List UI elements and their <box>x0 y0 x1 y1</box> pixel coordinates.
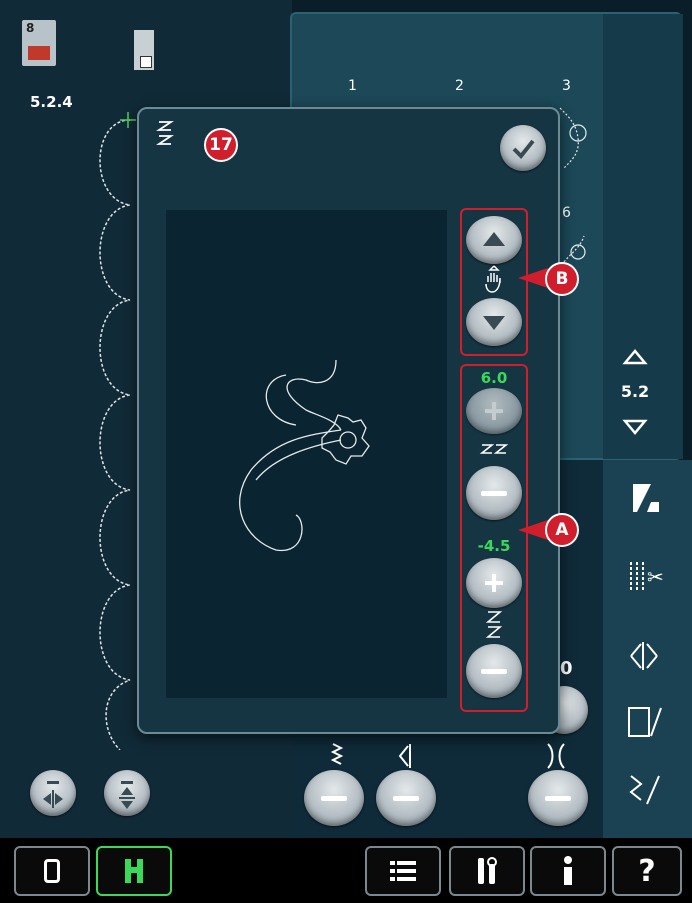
move-down-button[interactable] <box>466 298 522 346</box>
stitch-width-icon <box>485 611 503 638</box>
embroidery-mode-button[interactable] <box>96 846 172 896</box>
density-minus-button[interactable] <box>528 770 588 826</box>
stitch-length-icon <box>479 444 509 454</box>
stitch-number-2: 2 <box>455 78 464 94</box>
tools-column: ✂ <box>603 460 692 838</box>
flower-stitch-drawing <box>239 359 370 551</box>
menu-icon <box>390 861 416 881</box>
stabilizer-corner <box>140 56 152 68</box>
confirm-button[interactable] <box>500 125 546 171</box>
presser-foot-number: 8 <box>26 21 35 35</box>
category-value: 5.2 <box>620 382 650 401</box>
category-up-icon[interactable] <box>622 348 648 366</box>
callout-a-pointer <box>518 520 548 540</box>
minus-icon <box>481 669 507 674</box>
hidden-setting-value: 0 <box>560 658 573 679</box>
minus-icon <box>545 796 571 801</box>
mirror-side-button[interactable] <box>30 770 76 816</box>
presser-foot-shape <box>28 46 50 60</box>
mirror-end-button[interactable] <box>104 770 150 816</box>
info-button[interactable] <box>530 846 606 896</box>
stitch-length-value: 6.0 <box>480 369 508 387</box>
length-minus-button[interactable] <box>466 466 522 520</box>
arrow-down-icon <box>483 316 505 330</box>
stitch-positioning-icon <box>156 121 174 145</box>
density-symbol-icon <box>547 743 565 769</box>
stitch-number-3: 3 <box>562 78 571 94</box>
tools-button[interactable] <box>449 846 525 896</box>
callout-a: A <box>545 513 579 547</box>
stitch-width-value: -4.5 <box>477 537 511 555</box>
arrow-up-icon <box>483 232 505 246</box>
checkmark-icon <box>512 139 535 159</box>
info-icon <box>564 856 572 885</box>
svg-text:✂: ✂ <box>647 565 664 589</box>
width-minus-button[interactable] <box>304 770 364 826</box>
presser-foot-icon[interactable]: 8 <box>22 20 56 66</box>
mirror-end-icon <box>119 781 135 809</box>
menu-button[interactable] <box>365 846 441 896</box>
stabilizer-icon[interactable] <box>134 30 154 70</box>
stitch-settings-icon[interactable] <box>629 478 665 516</box>
taper-minus-button[interactable] <box>376 770 436 826</box>
single-stitch-icon[interactable] <box>625 772 665 808</box>
help-icon: ? <box>638 853 656 889</box>
stitch-number-1: 1 <box>348 78 357 94</box>
plus-icon <box>485 574 503 592</box>
sequence-icon[interactable]: ✂ <box>625 558 665 594</box>
sewing-mode-icon <box>44 859 60 883</box>
sewing-screen: 8 5.2.4 1 2 3 6 5.2 ✂ 0 17 B 6.0 -4.5 A … <box>0 0 692 903</box>
tapering-symbol-icon <box>398 744 411 768</box>
step-badge: 17 <box>204 128 238 162</box>
move-up-button[interactable] <box>466 216 522 264</box>
mirror-side-icon <box>43 781 63 808</box>
width-plus-button[interactable] <box>466 558 522 608</box>
stitch-program-icon[interactable] <box>625 704 665 740</box>
stitch-thumbnail-3[interactable] <box>556 98 592 178</box>
embroidery-mode-icon <box>125 859 143 883</box>
stitch-preview-window <box>166 210 447 698</box>
pattern-number-label: 5.2.4 <box>30 93 73 111</box>
sewing-mode-button[interactable] <box>14 846 90 896</box>
tools-icon <box>478 857 497 884</box>
length-plus-button[interactable] <box>466 388 522 434</box>
plus-icon <box>485 402 503 420</box>
stitch-width-symbol-icon <box>330 743 344 765</box>
stitch-number-6: 6 <box>562 205 571 221</box>
callout-b-pointer <box>518 268 548 288</box>
help-button[interactable]: ? <box>612 846 682 896</box>
callout-b: B <box>545 262 579 296</box>
tapering-icon[interactable] <box>625 638 665 674</box>
category-down-icon[interactable] <box>622 418 648 436</box>
width-minus-dialog-button[interactable] <box>466 644 522 698</box>
hand-icon <box>485 265 501 293</box>
minus-icon <box>481 491 507 496</box>
minus-icon <box>321 796 347 801</box>
bottom-taskbar: ? <box>0 838 692 903</box>
minus-icon <box>393 796 419 801</box>
